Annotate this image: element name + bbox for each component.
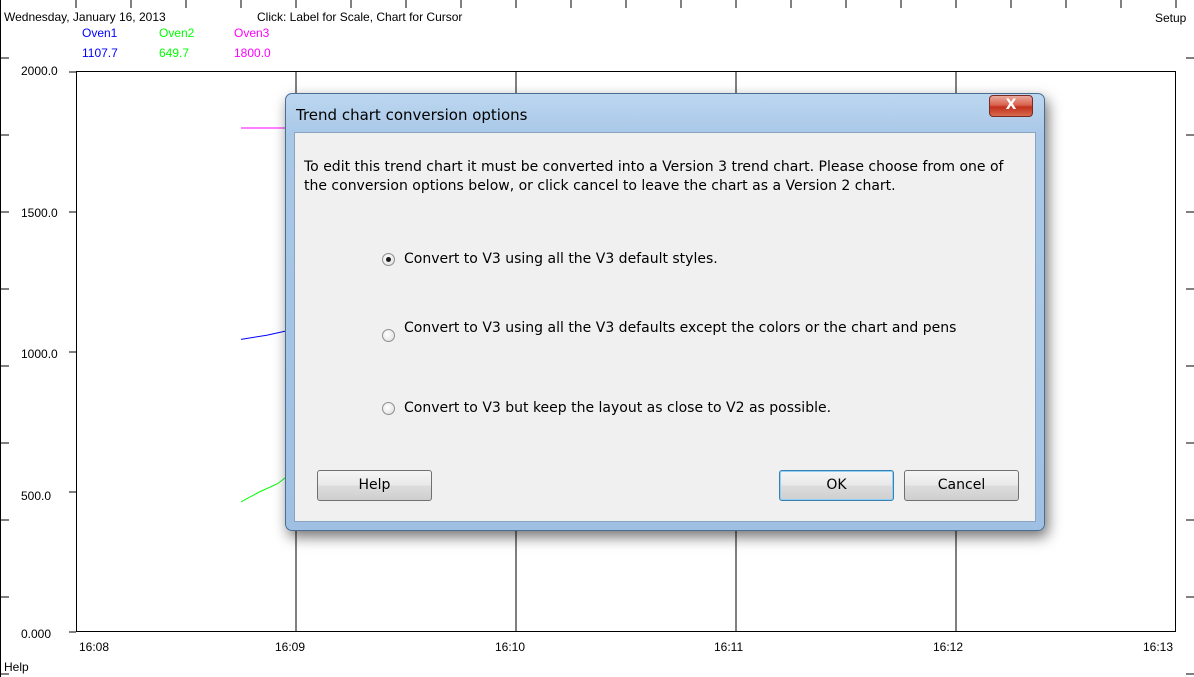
close-button[interactable]: X	[989, 95, 1033, 117]
radio-keep-colors[interactable]	[382, 329, 395, 342]
x-tick-label: 16:09	[275, 640, 306, 654]
option-label-keep-colors[interactable]: Convert to V3 using all the V3 defaults …	[404, 319, 964, 338]
option-default-styles[interactable]: Convert to V3 using all the V3 default s…	[382, 250, 964, 269]
dialog-body: To edit this trend chart it must be conv…	[294, 132, 1036, 522]
x-tick-label: 16:08	[79, 640, 110, 654]
dialog-title: Trend chart conversion options	[296, 106, 528, 124]
option-label-keep-layout[interactable]: Convert to V3 but keep the layout as clo…	[404, 399, 964, 418]
option-keep-layout[interactable]: Convert to V3 but keep the layout as clo…	[382, 399, 964, 418]
close-icon: X	[1005, 97, 1017, 113]
help-button[interactable]: Help	[317, 470, 432, 501]
radio-default-styles[interactable]	[382, 253, 395, 266]
option-label-default-styles[interactable]: Convert to V3 using all the V3 default s…	[404, 250, 964, 269]
conversion-options-dialog: Trend chart conversion options X To edit…	[285, 93, 1045, 531]
x-tick-label: 16:12	[933, 640, 964, 654]
status-help-text: Help	[4, 660, 29, 674]
x-tick-label: 16:11	[714, 640, 744, 654]
radio-keep-layout[interactable]	[382, 402, 395, 415]
ok-button[interactable]: OK	[779, 470, 894, 501]
x-tick-label: 16:13	[1143, 640, 1174, 654]
option-keep-colors[interactable]: Convert to V3 using all the V3 defaults …	[382, 319, 964, 342]
dialog-message: To edit this trend chart it must be conv…	[304, 159, 1004, 194]
cancel-button[interactable]: Cancel	[904, 470, 1019, 501]
x-tick-label: 16:10	[495, 640, 526, 654]
